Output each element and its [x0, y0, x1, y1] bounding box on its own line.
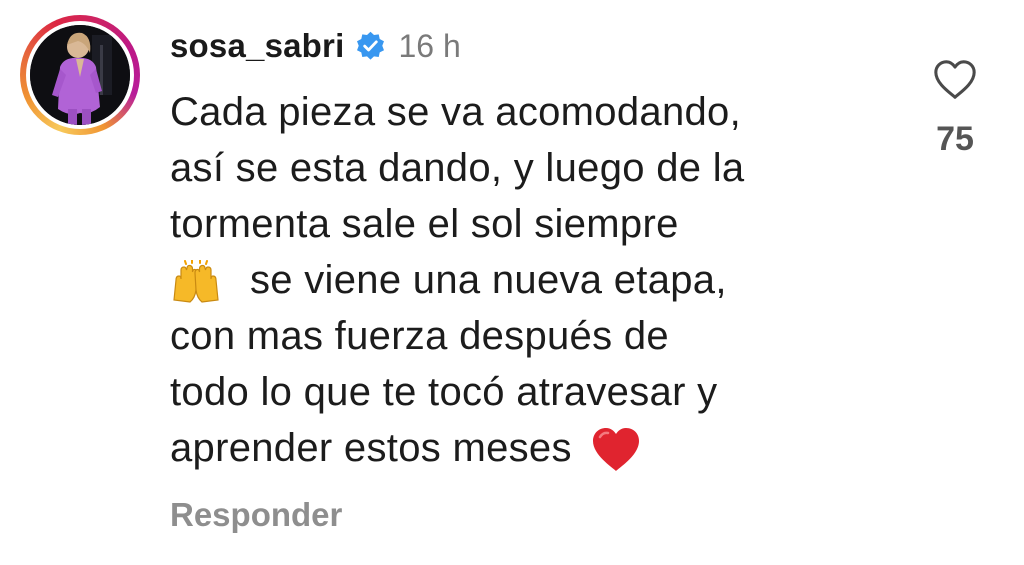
avatar-photo	[30, 25, 130, 125]
like-column: 75	[915, 58, 995, 159]
story-ring[interactable]	[20, 15, 140, 135]
comment-line-with-emoji: aprender estos meses	[170, 420, 910, 476]
like-count: 75	[936, 120, 974, 158]
raised-hands-emoji	[173, 260, 219, 304]
comment-text: Cada pieza se va acomodando, así se esta…	[170, 84, 910, 476]
comment-line: tormenta sale el sol siempre	[170, 202, 679, 246]
comment-line-text: aprender estos meses	[170, 426, 572, 470]
comment-line: Cada pieza se va acomodando,	[170, 90, 741, 134]
red-heart-emoji	[592, 428, 639, 472]
comment-header: sosa_sabri 16 h	[170, 24, 461, 68]
username[interactable]: sosa_sabri	[170, 27, 344, 65]
comment: sosa_sabri 16 h Cada pieza se va acomoda…	[0, 0, 1024, 565]
comment-line-with-emoji: se viene una nueva etapa,	[170, 252, 910, 308]
reply-button[interactable]: Responder	[170, 496, 342, 534]
avatar[interactable]	[30, 25, 130, 125]
comment-line-text: se viene una nueva etapa,	[250, 258, 727, 302]
comment-line: con mas fuerza después de	[170, 314, 669, 358]
verified-badge-icon	[357, 31, 385, 60]
comment-timestamp: 16 h	[398, 27, 461, 64]
comment-line: así se esta dando, y luego de la	[170, 146, 745, 190]
heart-outline-icon[interactable]	[932, 58, 978, 102]
comment-line: todo lo que te tocó atravesar y	[170, 370, 718, 414]
